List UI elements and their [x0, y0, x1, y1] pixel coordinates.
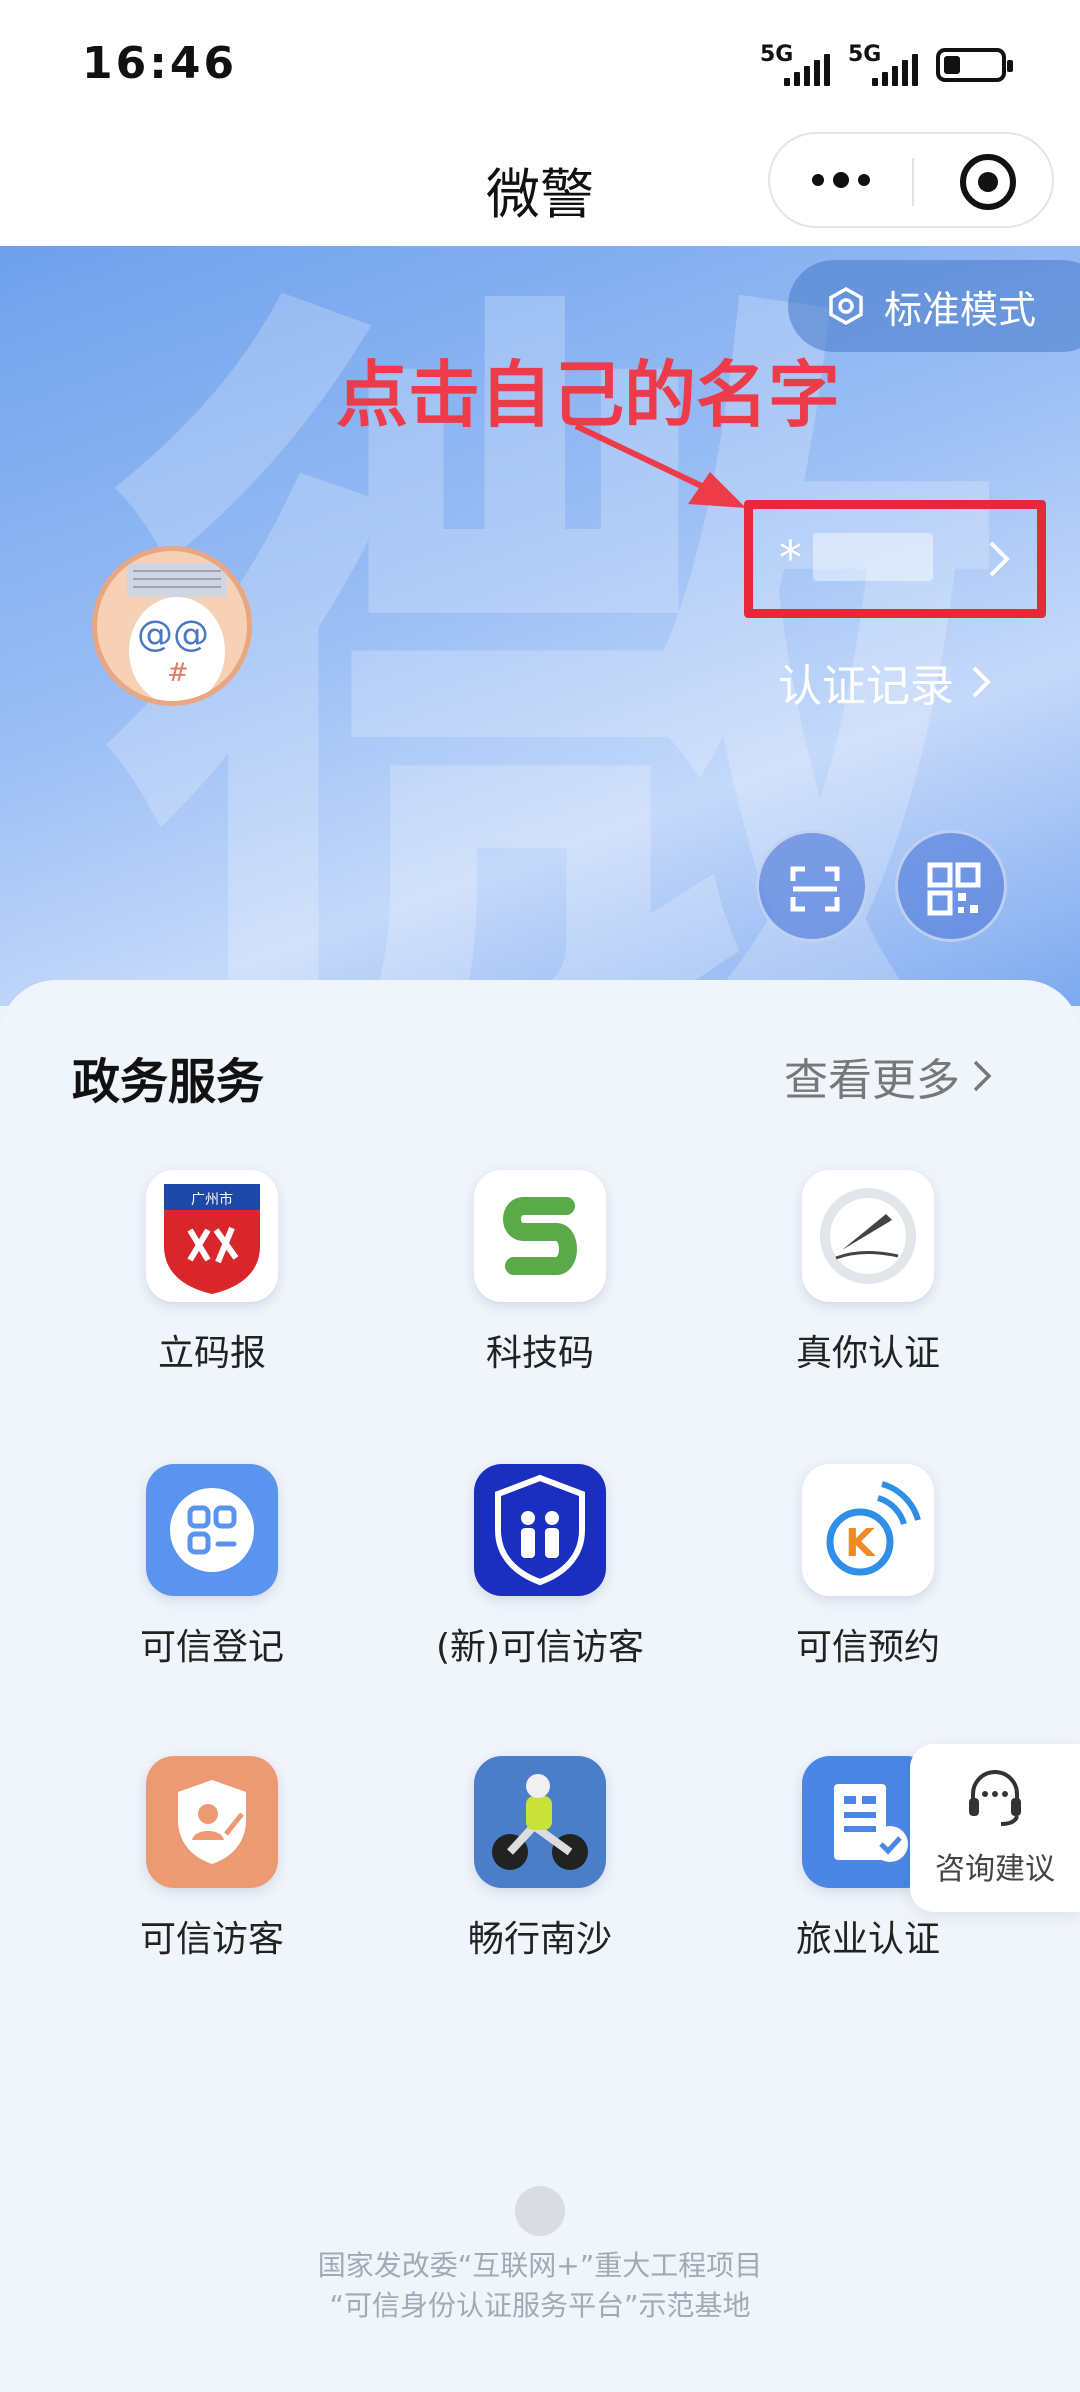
status-icons: 5G 5G — [760, 42, 1013, 88]
mini-program-capsule — [768, 132, 1054, 228]
service-item-limabao[interactable]: 广州市 立码报 — [52, 1170, 372, 1376]
consult-label: 咨询建议 — [935, 1852, 1055, 1887]
k-signal-icon: K — [802, 1464, 934, 1596]
certification-record-link[interactable]: 认证记录 — [778, 650, 992, 714]
signal-icon: 5G — [848, 42, 918, 88]
chevron-right-icon — [989, 541, 1010, 577]
svg-text:广州市: 广州市 — [191, 1191, 233, 1208]
police-emblem-icon — [515, 2186, 565, 2236]
view-more-link[interactable]: 查看更多 — [784, 1044, 992, 1108]
user-name-button[interactable]: * — [744, 500, 1046, 618]
service-label: 可信预约 — [795, 1627, 940, 1668]
footer-line-1: 国家发改委“互联网+”重大工程项目 — [317, 2249, 763, 2282]
status-bar: 16:46 5G 5G — [0, 0, 1080, 130]
service-label: 真你认证 — [795, 1333, 940, 1374]
settings-hex-icon — [829, 286, 863, 326]
service-item-kexin-dengji[interactable]: 可信登记 — [52, 1464, 372, 1670]
footer: 国家发改委“互联网+”重大工程项目 “可信身份认证服务平台”示范基地 — [0, 2186, 1080, 2326]
section-title: 政务服务 — [72, 1054, 265, 1110]
service-label: 可信访客 — [139, 1919, 284, 1960]
service-label: 畅行南沙 — [467, 1919, 612, 1960]
blue-shield-people-icon — [474, 1464, 606, 1596]
footer-line-2: “可信身份认证服务平台”示范基地 — [329, 2289, 751, 2322]
user-name: * — [779, 531, 802, 585]
orange-shield-icon — [146, 1756, 278, 1888]
service-label: (新)可信访客 — [435, 1627, 645, 1668]
service-item-changxing-nansha[interactable]: 畅行南沙 — [380, 1756, 700, 1962]
service-item-new-kexin-fangke[interactable]: (新)可信访客 — [380, 1464, 700, 1670]
chevron-right-icon — [973, 1060, 992, 1092]
service-label: 科技码 — [485, 1333, 594, 1374]
capsule-divider — [912, 158, 914, 206]
svg-text:#: # — [167, 658, 189, 688]
service-label: 立码报 — [157, 1333, 266, 1374]
signal-icon: 5G — [760, 42, 830, 88]
svg-text:K: K — [845, 1521, 876, 1565]
annotation-arrow-icon — [574, 423, 746, 508]
service-item-kexin-fangke[interactable]: 可信访客 — [52, 1756, 372, 1962]
service-label: 旅业认证 — [795, 1919, 940, 1960]
battery-icon — [936, 48, 1013, 82]
headset-icon — [969, 1770, 1021, 1826]
qr-code-button[interactable] — [895, 830, 1007, 942]
name-redaction — [813, 533, 933, 581]
close-target-button[interactable] — [960, 154, 1016, 210]
more-menu-button[interactable] — [812, 172, 870, 188]
title-bar: 微警 — [0, 130, 1080, 246]
green-s-logo-icon — [474, 1170, 606, 1302]
avatar[interactable]: @@ # — [92, 546, 252, 706]
chevron-right-icon — [972, 666, 991, 698]
service-item-zhenni[interactable]: 真你认证 — [708, 1170, 1028, 1376]
service-item-kejima[interactable]: 科技码 — [380, 1170, 700, 1376]
qr-code-icon — [927, 862, 981, 916]
svg-text:@@: @@ — [137, 614, 209, 655]
status-time: 16:46 — [82, 38, 238, 89]
motorcycle-police-icon — [474, 1756, 606, 1888]
pen-seal-icon — [802, 1170, 934, 1302]
government-services-card: 政务服务 查看更多 广州市 立码报 科技码 真你认证 可信登记 (新)可信访客 … — [0, 980, 1080, 2392]
consult-suggestion-button[interactable]: 咨询建议 — [910, 1744, 1080, 1912]
scan-button[interactable] — [756, 830, 868, 942]
profile-hero: 微 标准模式 点击自己的名字 * @@ # 认证记录 — [0, 246, 1080, 1006]
service-label: 可信登记 — [139, 1627, 284, 1668]
guangzhou-shield-icon: 广州市 — [146, 1170, 278, 1302]
certification-record-label: 认证记录 — [778, 661, 954, 712]
standard-mode-label: 标准模式 — [884, 287, 1037, 332]
scan-icon — [790, 866, 840, 912]
service-item-kexin-yuyue[interactable]: K 可信预约 — [708, 1464, 1028, 1670]
grid-app-icon — [146, 1464, 278, 1596]
